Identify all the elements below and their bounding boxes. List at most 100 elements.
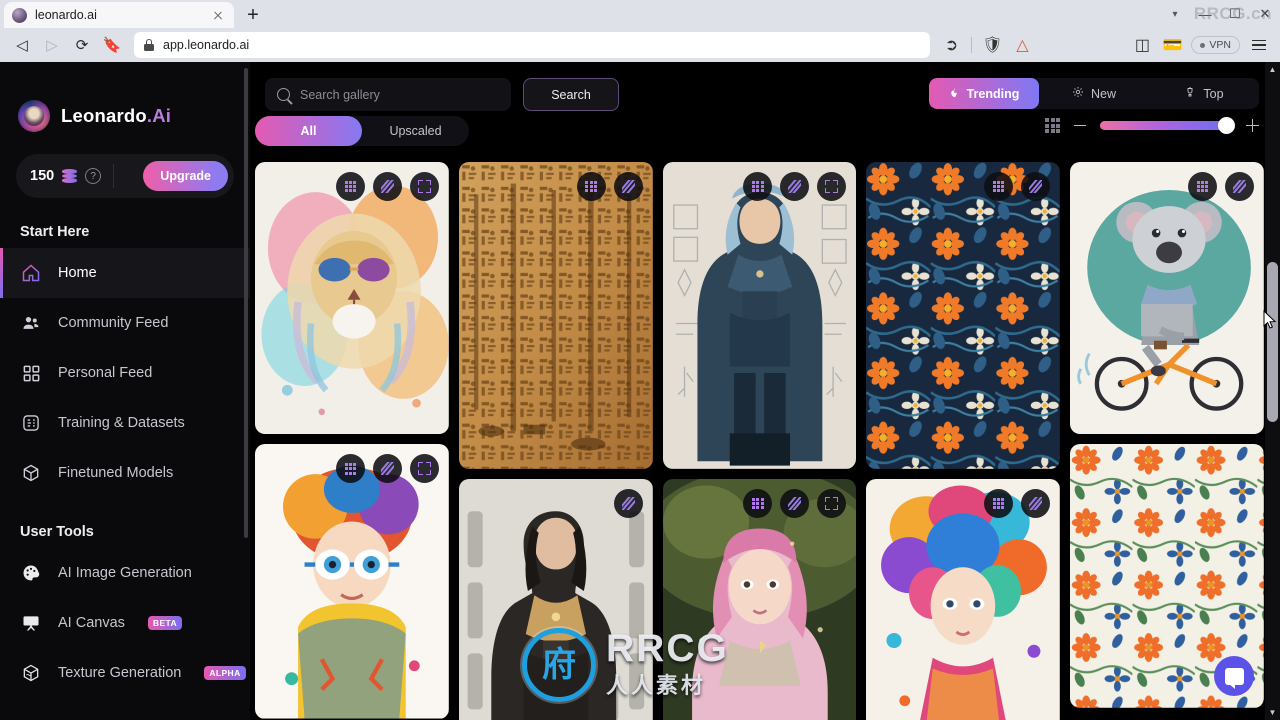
vpn-label: VPN: [1209, 39, 1231, 51]
maximize-icon[interactable]: ☐: [1220, 0, 1250, 28]
credits-amount: 150: [30, 168, 55, 184]
forward-arrow-icon[interactable]: ▷: [38, 32, 66, 58]
sort-tab-trending[interactable]: Trending: [929, 78, 1039, 109]
page-scrollbar[interactable]: ▲ ▼: [1265, 62, 1280, 720]
back-arrow-icon[interactable]: ◁: [8, 32, 36, 58]
fullscreen-expand-icon[interactable]: [409, 172, 439, 201]
share-icon[interactable]: ➲: [938, 32, 964, 58]
variations-grid-icon[interactable]: [984, 488, 1014, 518]
variations-grid-icon[interactable]: [335, 172, 365, 201]
scrollbar-thumb[interactable]: [1267, 262, 1278, 422]
upscale-lines-icon[interactable]: [1021, 172, 1051, 201]
intercom-chat-icon[interactable]: [1214, 656, 1254, 696]
upscale-lines-icon[interactable]: [613, 172, 643, 201]
gallery-card[interactable]: [458, 478, 653, 720]
browser-tab[interactable]: leonardo.ai: [4, 2, 234, 28]
hamburger-menu-icon[interactable]: [1246, 32, 1272, 58]
card-actions: [984, 488, 1051, 518]
url-bar[interactable]: app.leonardo.ai: [134, 32, 931, 58]
sidebar-item-community-feed[interactable]: Community Feed: [0, 298, 250, 348]
close-icon[interactable]: ✕: [1250, 0, 1280, 28]
minimize-icon[interactable]: —: [1190, 0, 1220, 28]
upscale-lines-icon[interactable]: [372, 172, 402, 201]
upscale-lines-icon[interactable]: [1021, 488, 1051, 518]
browser-window: leonardo.ai + ▾ — ☐ ✕ RRCG.cn ◁ ▷ ⟳ 🔖 ap…: [0, 0, 1280, 720]
image-gallery: [255, 162, 1264, 720]
zoom-slider[interactable]: [1100, 117, 1235, 134]
reload-icon[interactable]: ⟳: [68, 32, 96, 58]
variations-grid-icon[interactable]: [743, 488, 773, 518]
variations-grid-icon[interactable]: [335, 454, 365, 484]
new-tab-button[interactable]: +: [238, 2, 268, 28]
sidebar-item-training-datasets[interactable]: Training & Datasets: [0, 398, 250, 448]
filter-tab-upscaled[interactable]: Upscaled: [362, 116, 469, 146]
variations-grid-icon[interactable]: [743, 172, 773, 201]
sidebar-item-ai-canvas[interactable]: AI Canvas BETA: [0, 598, 250, 648]
sort-tab-new[interactable]: New: [1039, 78, 1149, 109]
gallery-card[interactable]: [866, 162, 1061, 469]
upscale-lines-icon[interactable]: [780, 172, 810, 201]
sort-tab-top[interactable]: Top: [1149, 78, 1259, 109]
grid-layout-icon[interactable]: [1045, 118, 1060, 133]
sort-tab-label: New: [1090, 86, 1116, 101]
brand-logo[interactable]: Leonardo.Ai: [0, 62, 250, 132]
variations-grid-icon[interactable]: [984, 172, 1014, 201]
close-icon[interactable]: [210, 7, 226, 23]
gallery-card[interactable]: [662, 478, 857, 720]
sidebar-item-personal-feed[interactable]: Personal Feed: [0, 348, 250, 398]
sidebar-item-texture-generation[interactable]: Texture Generation ALPHA: [0, 648, 250, 698]
help-question-icon[interactable]: ?: [85, 168, 102, 184]
trophy-icon: [1184, 86, 1196, 102]
upscale-lines-icon[interactable]: [372, 454, 402, 484]
upscale-lines-icon[interactable]: [1224, 172, 1254, 201]
zoom-slider-knob[interactable]: [1218, 117, 1235, 134]
sidebar-item-finetuned-models[interactable]: Finetuned Models: [0, 448, 250, 498]
sparkle-icon: [1072, 86, 1084, 101]
gallery-card[interactable]: [866, 478, 1061, 720]
gallery-card[interactable]: [662, 162, 857, 469]
sidebar-item-home[interactable]: Home: [0, 248, 250, 298]
upscale-lines-icon[interactable]: [613, 488, 643, 518]
upscale-lines-icon[interactable]: [780, 488, 810, 518]
gallery-card[interactable]: [458, 162, 653, 469]
search-button[interactable]: Search: [523, 78, 619, 111]
fullscreen-expand-icon[interactable]: [409, 454, 439, 484]
gallery-card[interactable]: [1070, 162, 1264, 435]
sidebar-section-title-start-here: Start Here: [20, 224, 90, 240]
sidebar-item-label: Personal Feed: [58, 365, 153, 381]
brave-shield-icon[interactable]: 🛡: [979, 32, 1005, 58]
variations-grid-icon[interactable]: [1187, 172, 1217, 201]
gallery-card[interactable]: [255, 444, 449, 719]
vpn-badge[interactable]: VPN: [1191, 36, 1240, 54]
variations-grid-icon[interactable]: [576, 172, 606, 201]
card-actions: [743, 488, 847, 518]
brand-suffix: .Ai: [146, 105, 172, 126]
sidebar-item-label: Community Feed: [58, 315, 169, 331]
bookmark-icon[interactable]: 🔖: [98, 32, 126, 58]
search-input[interactable]: Search gallery: [265, 78, 511, 111]
card-actions: [335, 172, 439, 201]
upgrade-button[interactable]: Upgrade: [143, 161, 228, 191]
credits-panel: 150 ? Upgrade: [16, 154, 234, 198]
grid-squares-icon: [20, 362, 42, 384]
scroll-up-arrow[interactable]: ▲: [1265, 62, 1280, 77]
gallery-card[interactable]: [255, 162, 449, 435]
filter-tab-all[interactable]: All: [255, 116, 362, 146]
wallet-icon[interactable]: 💳: [1159, 32, 1185, 58]
card-actions: [984, 172, 1051, 201]
sidebar-item-label: Texture Generation: [58, 665, 182, 681]
sidebar-item-ai-image-generation[interactable]: AI Image Generation: [0, 548, 250, 598]
zoom-out-button[interactable]: [1074, 124, 1086, 127]
leonardo-favicon-icon: [12, 7, 27, 23]
card-actions: [576, 172, 643, 201]
chevron-down-icon[interactable]: ▾: [1160, 0, 1190, 28]
brave-leo-icon[interactable]: △: [1009, 32, 1035, 58]
scroll-down-arrow[interactable]: ▼: [1265, 705, 1280, 720]
sort-tabs: Trending New Top: [929, 78, 1259, 109]
zoom-in-button[interactable]: [1246, 119, 1259, 132]
sidebar-scrollbar[interactable]: [244, 68, 248, 538]
fullscreen-expand-icon[interactable]: [817, 172, 847, 201]
toolbar-icons: ➲ 🛡 △ ◫ 💳 VPN: [932, 32, 1272, 58]
sidebar-panel-icon[interactable]: ◫: [1129, 32, 1155, 58]
fullscreen-expand-icon[interactable]: [817, 488, 847, 518]
